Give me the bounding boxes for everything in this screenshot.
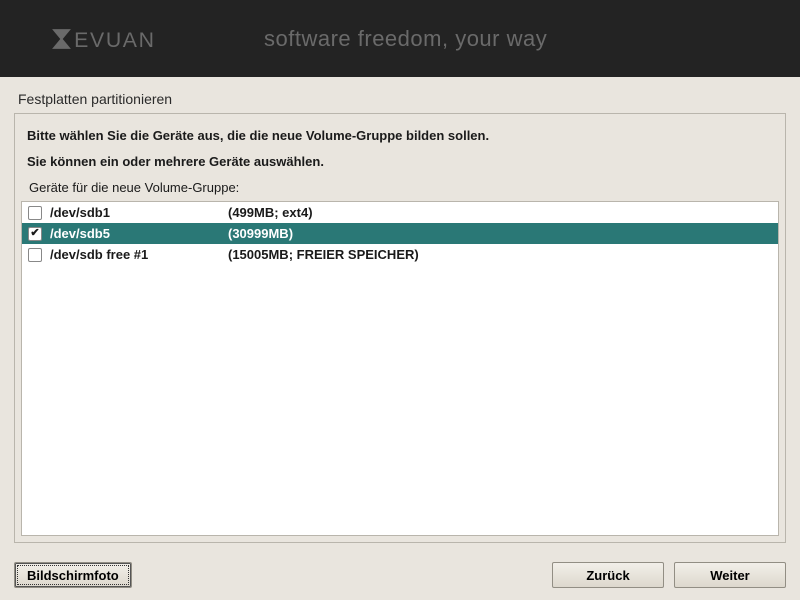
instruction-line1: Bitte wählen Sie die Geräte aus, die die… [27, 126, 773, 146]
device-info: (30999MB) [228, 226, 293, 241]
device-name: /dev/sdb free #1 [50, 247, 220, 262]
continue-button[interactable]: Weiter [674, 562, 786, 588]
device-name: /dev/sdb1 [50, 205, 220, 220]
screenshot-button[interactable]: Bildschirmfoto [14, 562, 132, 588]
device-name: /dev/sdb5 [50, 226, 220, 241]
nav-buttons: Zurück Weiter [552, 562, 786, 588]
device-list[interactable]: /dev/sdb1 (499MB; ext4) /dev/sdb5 (30999MB)… [21, 201, 779, 536]
device-row[interactable]: /dev/sdb free #1 (15005MB; FREIER SPEICHE… [22, 244, 778, 265]
tagline: software freedom, your way [264, 26, 547, 52]
devuan-logo: EVUAN [48, 19, 228, 59]
device-info: (499MB; ext4) [228, 205, 313, 220]
button-bar: Bildschirmfoto Zurück Weiter [14, 562, 786, 588]
device-checkbox[interactable] [28, 248, 42, 262]
device-row[interactable]: /dev/sdb1 (499MB; ext4) [22, 202, 778, 223]
device-row[interactable]: /dev/sdb5 (30999MB) [22, 223, 778, 244]
content-frame: Bitte wählen Sie die Geräte aus, die die… [14, 113, 786, 543]
prompt-label: Geräte für die neue Volume-Gruppe: [15, 176, 785, 201]
device-checkbox[interactable] [28, 206, 42, 220]
svg-text:EVUAN: EVUAN [74, 28, 155, 52]
header-banner: EVUAN software freedom, your way [0, 0, 800, 77]
device-checkbox[interactable] [28, 227, 42, 241]
device-info: (15005MB; FREIER SPEICHER) [228, 247, 419, 262]
instruction-line2: Sie können ein oder mehrere Geräte auswä… [27, 152, 773, 172]
back-button[interactable]: Zurück [552, 562, 664, 588]
page-title: Festplatten partitionieren [0, 77, 800, 113]
instructions: Bitte wählen Sie die Geräte aus, die die… [15, 114, 785, 176]
